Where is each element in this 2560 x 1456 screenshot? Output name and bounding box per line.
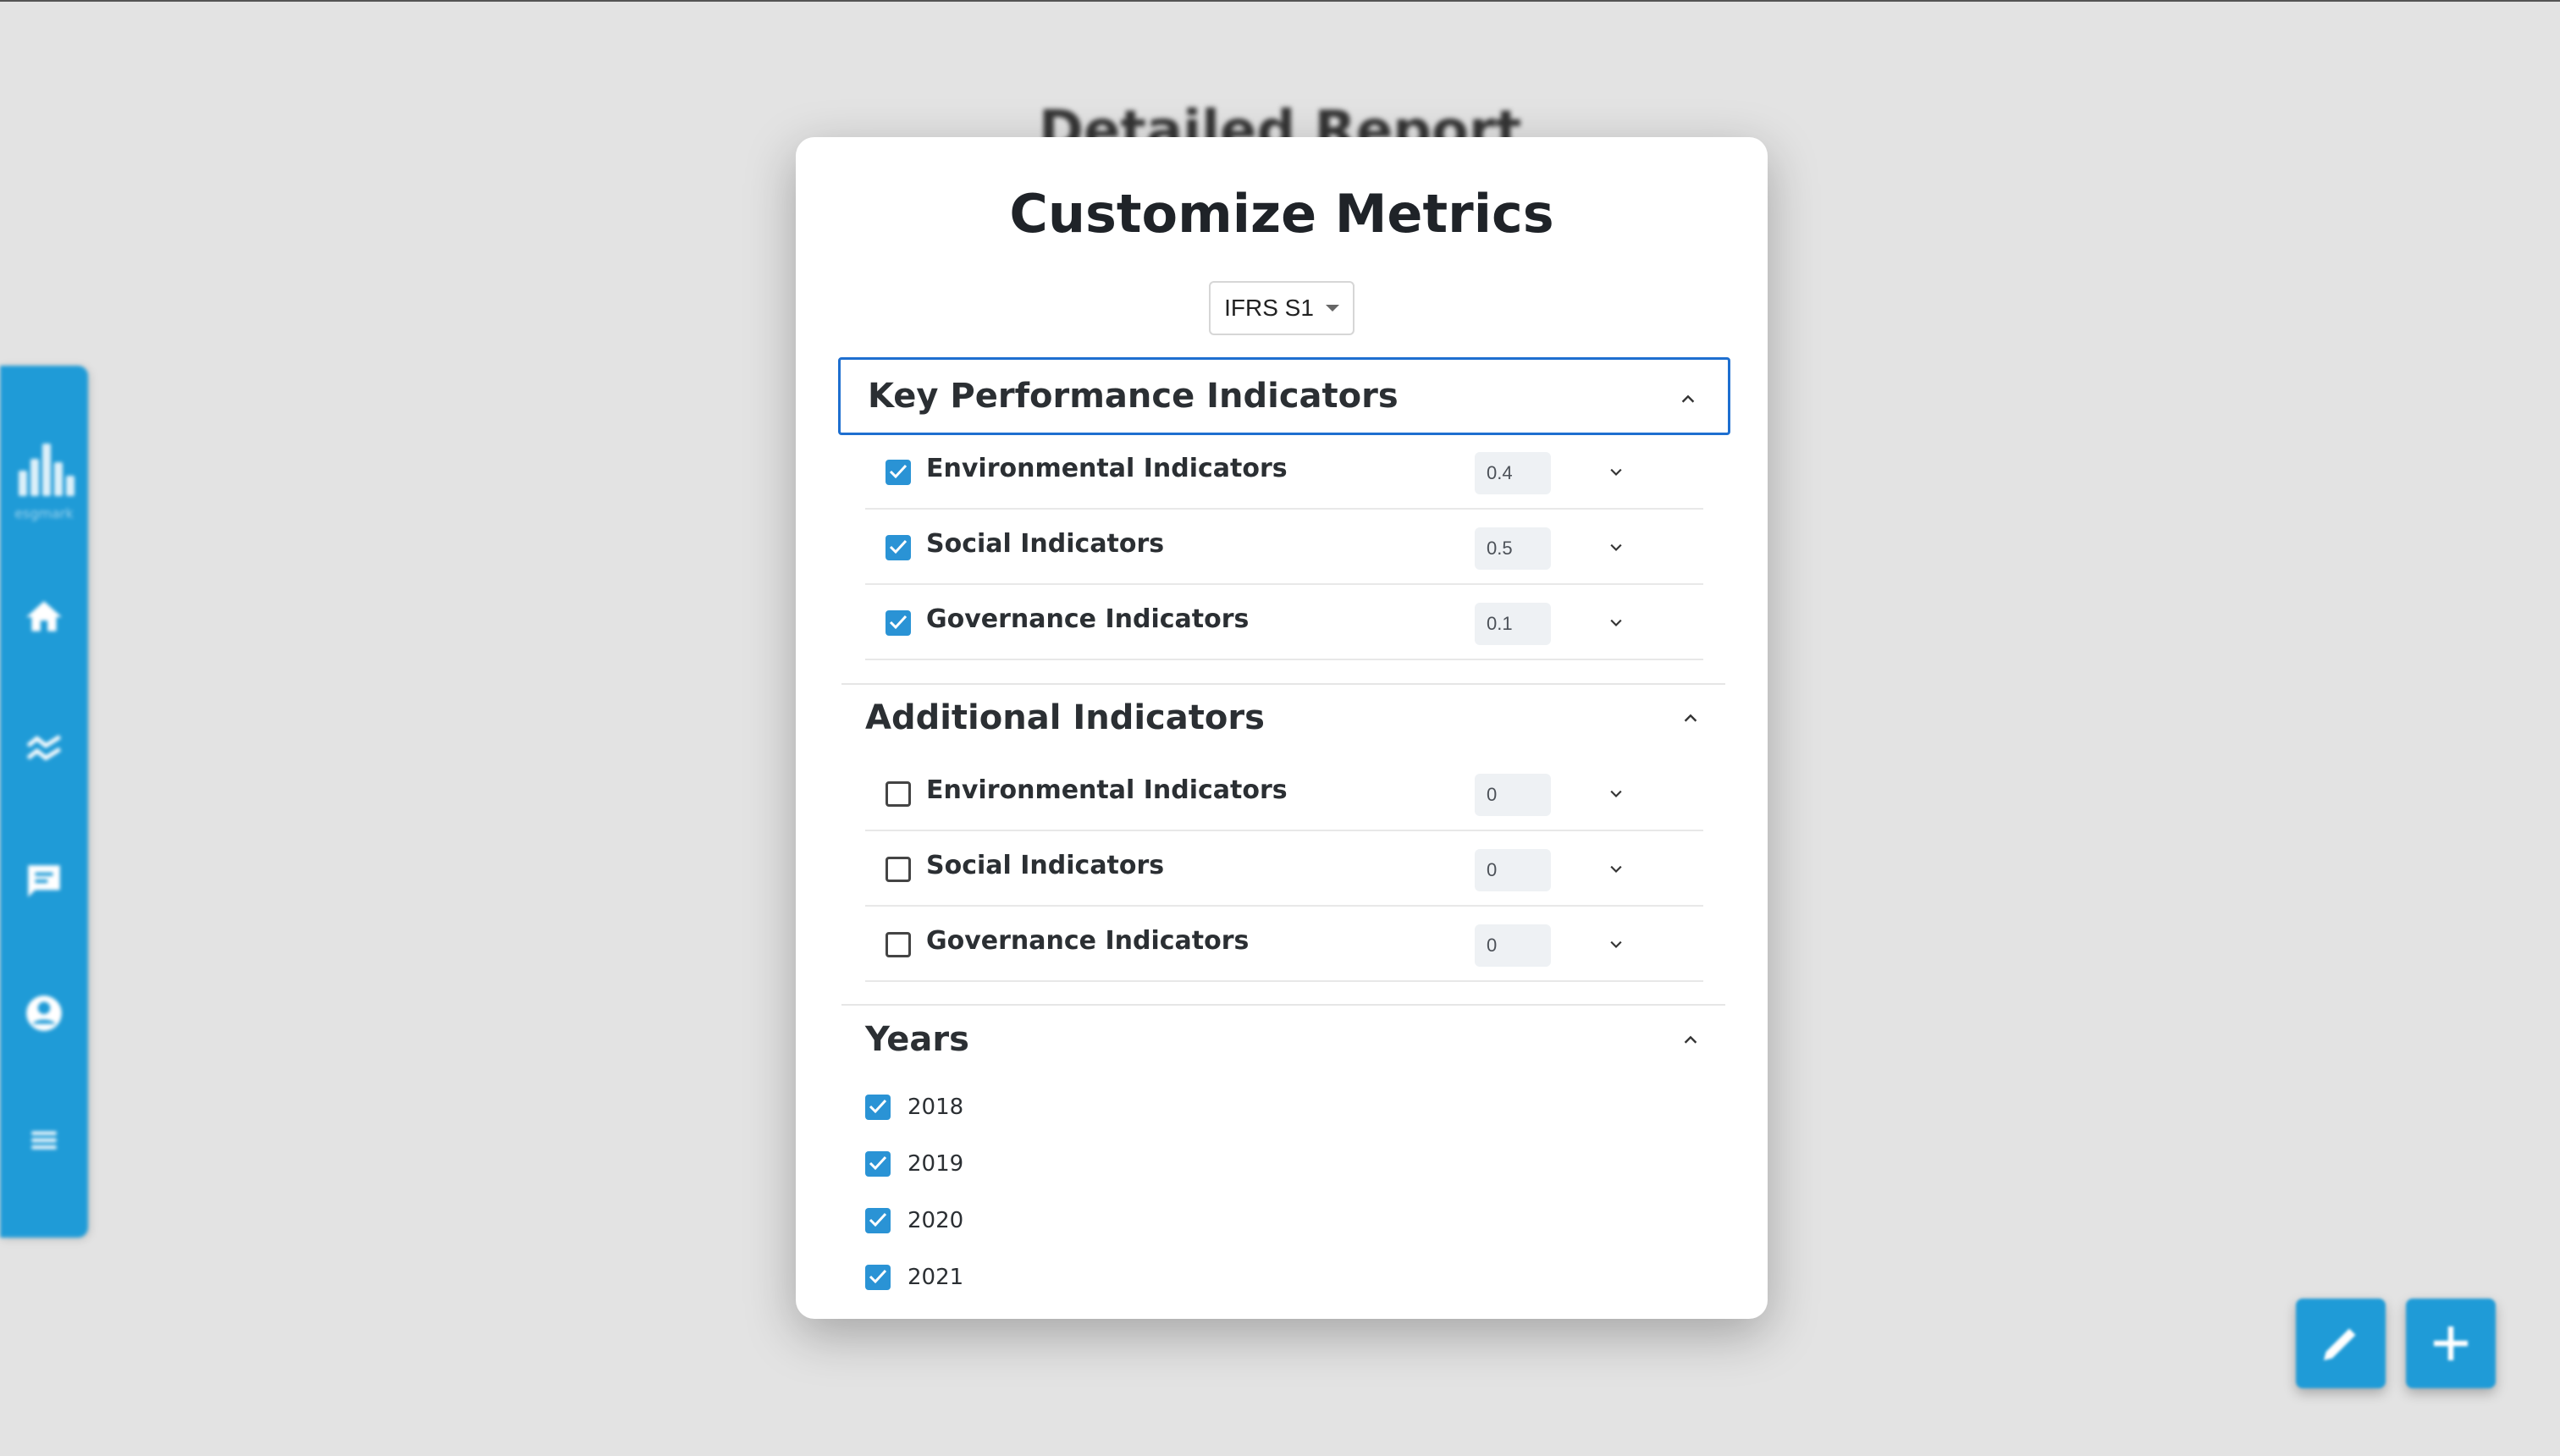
- chevron-down-icon[interactable]: [1607, 936, 1625, 953]
- year-label: 2021: [908, 1265, 964, 1290]
- brand-logo-text: esgmark: [14, 505, 74, 521]
- row-label: Social Indicators: [926, 851, 1165, 880]
- year-label: 2019: [908, 1151, 964, 1177]
- weight-input[interactable]: 0.5: [1475, 527, 1551, 570]
- weight-input[interactable]: 0: [1475, 849, 1551, 891]
- checkbox-unchecked[interactable]: [886, 932, 911, 957]
- row-label: Environmental Indicators: [926, 454, 1288, 483]
- section-header-additional[interactable]: Additional Indicators: [838, 679, 1730, 757]
- list-item: Social Indicators 0: [865, 832, 1703, 907]
- menu-icon[interactable]: [23, 1119, 65, 1161]
- year-option[interactable]: 2021: [865, 1260, 963, 1294]
- checkbox-checked[interactable]: [865, 1151, 891, 1177]
- section-title: Additional Indicators: [865, 698, 1265, 737]
- list-item: Environmental Indicators 0.4: [865, 435, 1703, 510]
- chevron-up-icon: [1681, 394, 1695, 403]
- year-option[interactable]: 2018: [865, 1090, 963, 1124]
- sidebar: esgmark: [0, 366, 88, 1238]
- row-label: Environmental Indicators: [926, 775, 1288, 805]
- chevron-up-icon: [1684, 1035, 1697, 1044]
- weight-input[interactable]: 0: [1475, 924, 1551, 967]
- checkbox-checked[interactable]: [886, 610, 911, 636]
- year-label: 2020: [908, 1208, 964, 1233]
- section-header-kpi[interactable]: Key Performance Indicators: [838, 357, 1730, 435]
- year-option[interactable]: 2020: [865, 1204, 963, 1238]
- year-option[interactable]: 2019: [865, 1147, 963, 1181]
- chat-icon[interactable]: [23, 860, 65, 902]
- row-label: Governance Indicators: [926, 926, 1250, 956]
- section-header-years[interactable]: Years: [838, 1001, 1730, 1078]
- caret-down-icon: [1325, 305, 1339, 312]
- customize-metrics-dialog: Customize Metrics IFRS S1 Key Performanc…: [796, 137, 1768, 1319]
- account-icon[interactable]: [23, 992, 65, 1034]
- chevron-down-icon[interactable]: [1607, 539, 1625, 556]
- list-item: Environmental Indicators 0: [865, 757, 1703, 831]
- standard-select[interactable]: IFRS S1: [1209, 281, 1354, 335]
- list-item: Governance Indicators 0: [865, 907, 1703, 982]
- top-border: [0, 0, 2560, 2]
- weight-input[interactable]: 0: [1475, 774, 1551, 816]
- weight-input[interactable]: 0.4: [1475, 452, 1551, 494]
- checkbox-checked[interactable]: [865, 1208, 891, 1233]
- trend-icon[interactable]: [23, 728, 65, 770]
- standard-select-value: IFRS S1: [1224, 295, 1314, 321]
- chevron-down-icon[interactable]: [1607, 786, 1625, 802]
- row-label: Governance Indicators: [926, 604, 1250, 634]
- chevron-up-icon: [1684, 714, 1697, 722]
- chevron-down-icon[interactable]: [1607, 861, 1625, 878]
- list-item: Governance Indicators 0.1: [865, 586, 1703, 660]
- section-title: Key Performance Indicators: [868, 377, 1399, 416]
- checkbox-checked[interactable]: [886, 460, 911, 485]
- checkbox-checked[interactable]: [865, 1095, 891, 1120]
- edit-button[interactable]: [2296, 1299, 2386, 1388]
- edit-icon: [2324, 1328, 2356, 1360]
- home-icon[interactable]: [23, 596, 65, 638]
- chevron-down-icon[interactable]: [1607, 615, 1625, 631]
- year-label: 2018: [908, 1095, 964, 1120]
- section-title: Years: [865, 1020, 969, 1059]
- chevron-down-icon[interactable]: [1607, 464, 1625, 481]
- dialog-title: Customize Metrics: [1009, 183, 1554, 245]
- add-button[interactable]: [2406, 1299, 2496, 1388]
- checkbox-checked[interactable]: [865, 1265, 891, 1290]
- plus-icon: [2434, 1326, 2468, 1360]
- checkbox-unchecked[interactable]: [886, 781, 911, 807]
- row-label: Social Indicators: [926, 529, 1165, 559]
- weight-input[interactable]: 0.1: [1475, 603, 1551, 645]
- checkbox-unchecked[interactable]: [886, 857, 911, 882]
- list-item: Social Indicators 0.5: [865, 510, 1703, 585]
- checkbox-checked[interactable]: [886, 535, 911, 560]
- brand-logo[interactable]: esgmark: [12, 437, 76, 521]
